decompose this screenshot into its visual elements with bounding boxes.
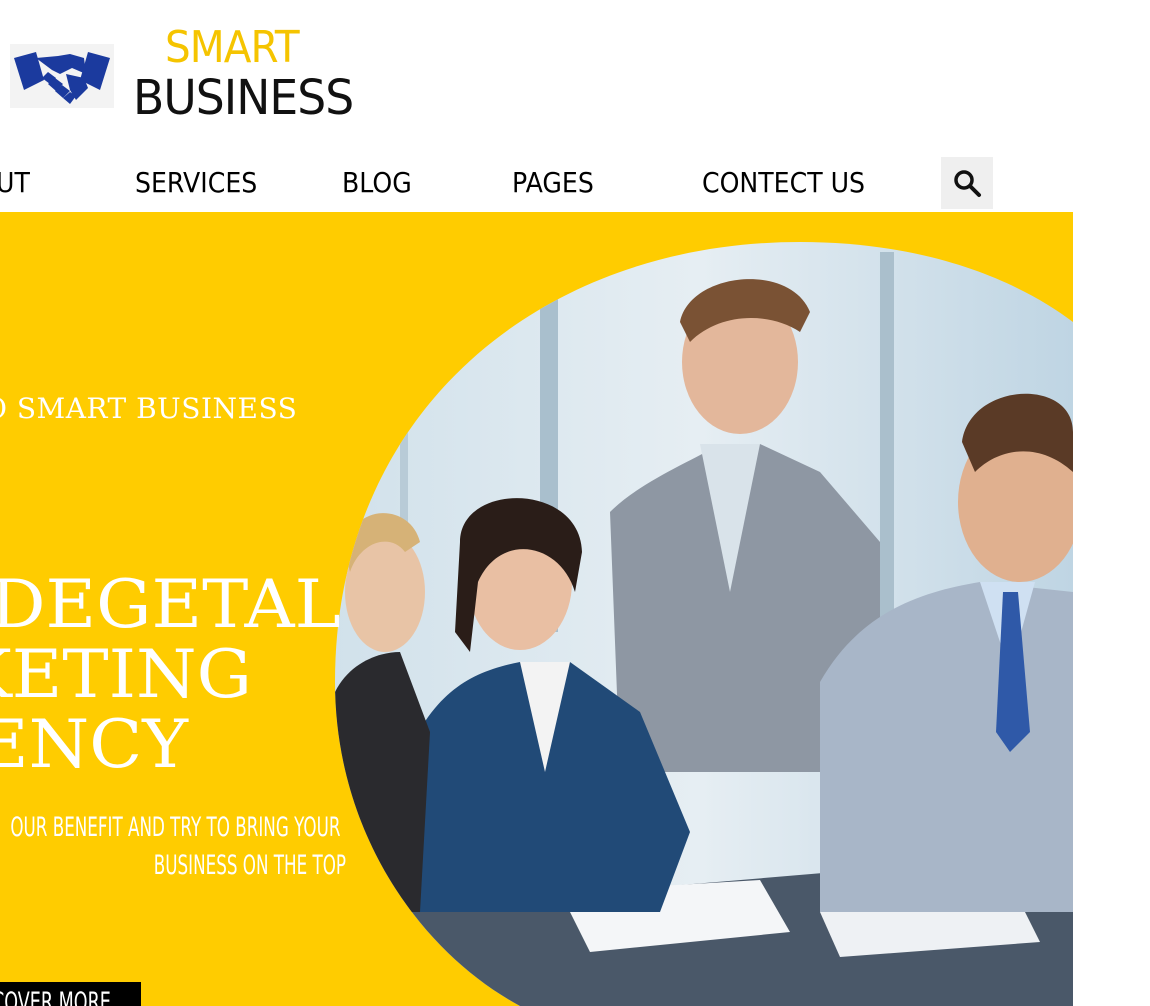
nav-item-about[interactable]: UT <box>0 166 30 200</box>
hero-welcome-text: O SMART BUSINESS <box>0 392 298 425</box>
discover-more-label: COVER MORE <box>0 987 111 1006</box>
handshake-icon <box>10 44 114 108</box>
hero-section: O SMART BUSINESS DEGETAL KETING ENCY OUR… <box>0 212 1073 1006</box>
hero-subtitle-line2: BUSINESS ON THE TOP <box>153 850 346 881</box>
logo-text-smart: SMART <box>165 22 300 73</box>
discover-more-button[interactable]: COVER MORE <box>0 982 141 1006</box>
hero-headline-line3: ENCY <box>0 706 188 783</box>
hero-headline-line2: KETING <box>0 636 252 713</box>
search-icon <box>954 170 981 197</box>
nav-item-contact[interactable]: CONTECT US <box>702 166 865 200</box>
logo-text-business: BUSINESS <box>133 70 354 126</box>
hero-subtitle-line1: OUR BENEFIT AND TRY TO BRING YOUR <box>9 812 340 843</box>
nav-item-pages[interactable]: PAGES <box>512 166 594 200</box>
nav-item-services[interactable]: SERVICES <box>135 166 257 200</box>
nav-item-blog[interactable]: BLOG <box>342 166 412 200</box>
search-button[interactable] <box>941 157 993 209</box>
main-nav: UT SERVICES BLOG PAGES CONTECT US <box>0 150 1073 213</box>
hero-headline-line1: DEGETAL <box>0 566 341 643</box>
